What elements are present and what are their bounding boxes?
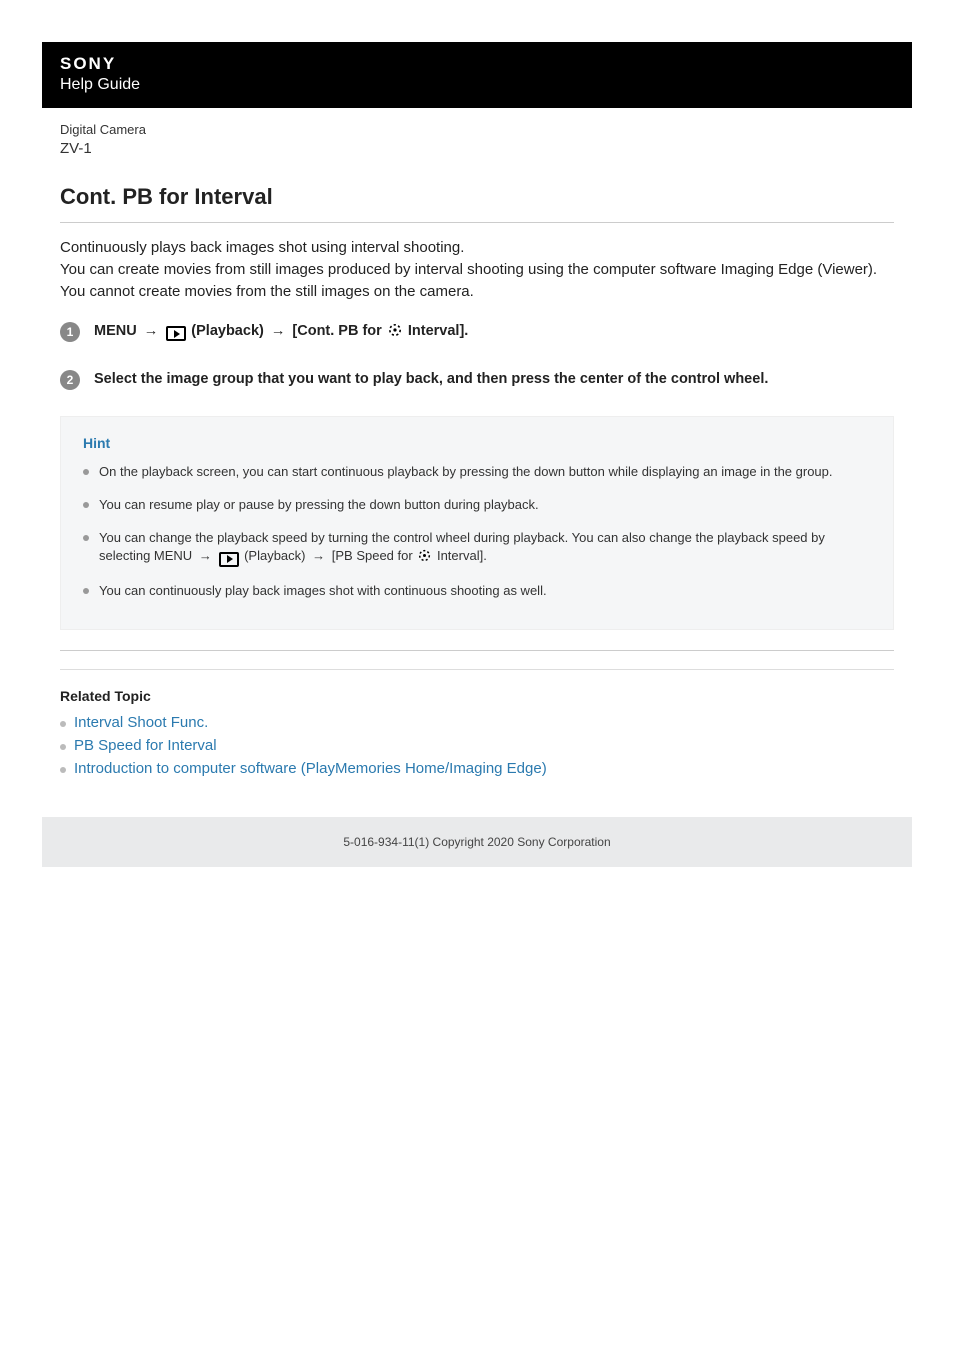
step-2-text: Select the image group that you want to …: [94, 369, 768, 389]
step-1-cont: [Cont. PB for: [292, 323, 381, 339]
related-item: Introduction to computer software (PlayM…: [60, 760, 894, 777]
interval-icon: [418, 549, 431, 568]
step-1-menu: MENU: [94, 323, 137, 339]
hint-item: You can continuously play back images sh…: [83, 582, 871, 601]
arrow-icon: →: [141, 323, 162, 339]
hint-title: Hint: [83, 435, 871, 451]
step-2: 2 Select the image group that you want t…: [60, 369, 894, 390]
playback-icon: [166, 326, 186, 341]
related-section: Related Topic Interval Shoot Func. PB Sp…: [60, 669, 894, 777]
intro-line-2: You can create movies from still images …: [60, 259, 894, 303]
hint-list: On the playback screen, you can start co…: [83, 463, 871, 601]
hint-item: On the playback screen, you can start co…: [83, 463, 871, 482]
arrow-icon: →: [268, 323, 289, 339]
product-model: ZV-1: [60, 139, 894, 159]
related-link-software[interactable]: Introduction to computer software (PlayM…: [74, 760, 547, 777]
step-number-badge: 1: [60, 322, 80, 342]
divider: [60, 222, 894, 223]
hint-item: You can resume play or pause by pressing…: [83, 496, 871, 515]
hint-3-d: Interval].: [437, 548, 487, 563]
product-category: Digital Camera: [60, 122, 894, 139]
related-link-pb-speed[interactable]: PB Speed for Interval: [74, 737, 217, 754]
related-item: PB Speed for Interval: [60, 737, 894, 754]
hint-box: Hint On the playback screen, you can sta…: [60, 416, 894, 630]
footer-copyright: 5-016-934-11(1) Copyright 2020 Sony Corp…: [42, 817, 912, 867]
header-bar: SONY Help Guide: [42, 42, 912, 108]
playback-icon: [219, 552, 239, 567]
divider: [60, 669, 894, 670]
arrow-icon: →: [196, 548, 215, 563]
intro-text: Continuously plays back images shot usin…: [60, 237, 894, 302]
step-1-interval: Interval].: [408, 323, 468, 339]
step-1-playback: (Playback): [191, 323, 264, 339]
interval-icon: [388, 323, 402, 343]
divider: [60, 650, 894, 651]
related-link-interval-shoot[interactable]: Interval Shoot Func.: [74, 714, 208, 731]
related-item: Interval Shoot Func.: [60, 714, 894, 731]
step-1-text: MENU → (Playback) → [Cont. PB for Interv…: [94, 321, 468, 343]
brand-logo: SONY: [60, 54, 894, 74]
related-list: Interval Shoot Func. PB Speed for Interv…: [60, 714, 894, 777]
hint-item: You can change the playback speed by tur…: [83, 529, 871, 569]
page-title: Cont. PB for Interval: [60, 184, 912, 210]
step-1: 1 MENU → (Playback) → [Cont. PB for Inte…: [60, 321, 894, 343]
arrow-icon: →: [309, 548, 328, 563]
intro-line-1: Continuously plays back images shot usin…: [60, 237, 894, 259]
hint-3-b: (Playback): [244, 548, 305, 563]
hint-3-c: [PB Speed for: [332, 548, 413, 563]
step-number-badge: 2: [60, 370, 80, 390]
product-info: Digital Camera ZV-1: [42, 108, 912, 158]
help-guide-label: Help Guide: [60, 76, 894, 94]
related-title: Related Topic: [60, 688, 894, 704]
